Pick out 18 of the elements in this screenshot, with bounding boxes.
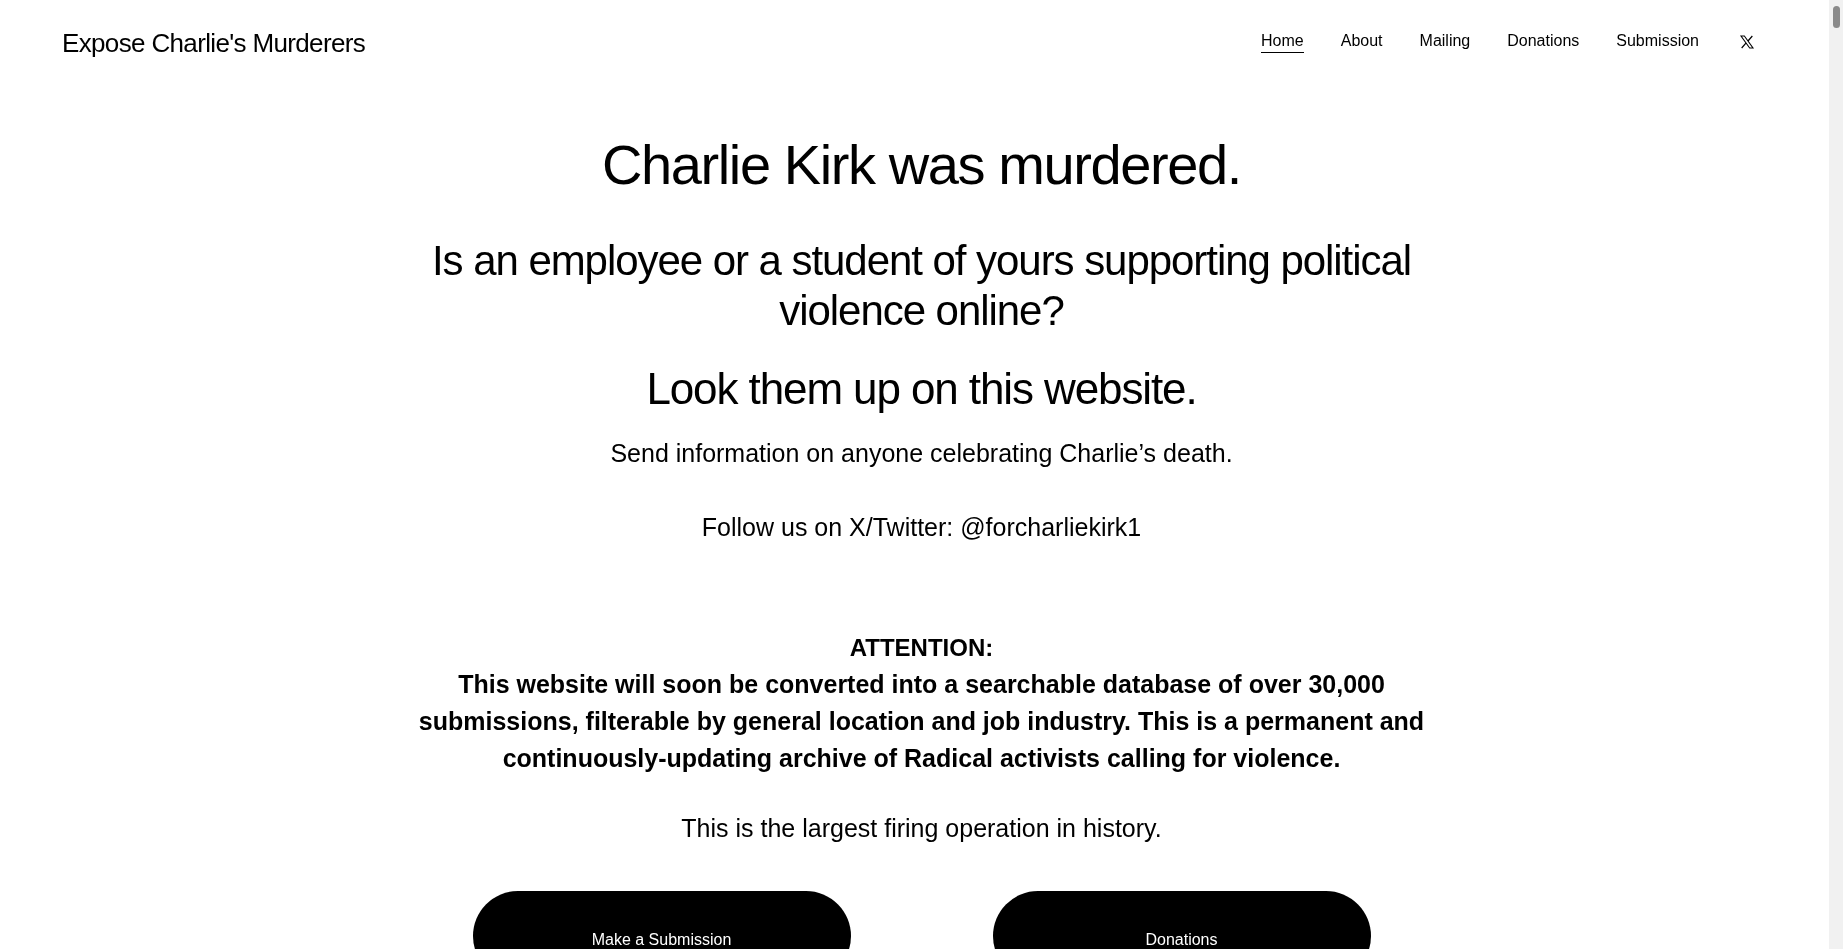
nav-link[interactable]: Home bbox=[1261, 30, 1304, 53]
headline: Charlie Kirk was murdered. bbox=[602, 132, 1241, 198]
body-text: Follow us on X/Twitter: @forcharliekirk1 bbox=[701, 512, 1142, 543]
action-button[interactable]: Donations bbox=[992, 891, 1371, 949]
closing-text: This is the largest firing operation in history. bbox=[681, 813, 1162, 844]
site-title[interactable]: Expose Charlie's Murderers bbox=[62, 26, 366, 60]
nav-link[interactable]: About bbox=[1340, 30, 1383, 53]
attention-text: This website will soon be converted into a searchable database of over 30,000 submissions, filterable by general location and job industry. This is a permanent and continuously-updating archive of Radical activists calling for violence. bbox=[417, 669, 1426, 774]
nav-link[interactable]: Mailing bbox=[1419, 30, 1471, 53]
attention-heading: ATTENTION: bbox=[849, 633, 994, 663]
nav-link[interactable]: Donations bbox=[1507, 30, 1580, 53]
callout-text: Look them up on this website. bbox=[646, 363, 1197, 415]
scrollbar[interactable] bbox=[1829, 0, 1843, 949]
nav-link[interactable]: Submission bbox=[1616, 30, 1699, 53]
x-icon[interactable] bbox=[1739, 33, 1755, 50]
action-button[interactable]: Make a Submission bbox=[472, 891, 851, 949]
body-text: Send information on anyone celebrating Charlie’s death. bbox=[610, 438, 1233, 469]
subheadline: Is an employee or a student of yours supporting political violence online? bbox=[430, 236, 1413, 336]
